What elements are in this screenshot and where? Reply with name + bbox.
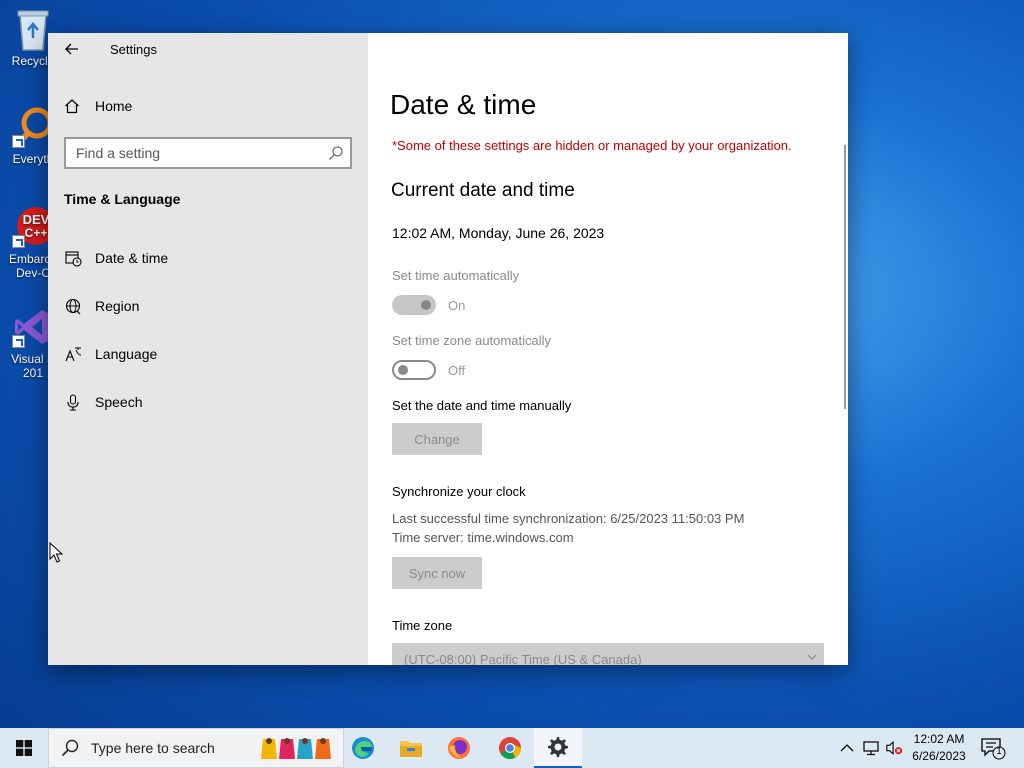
home-icon <box>65 99 79 114</box>
folder-icon <box>400 741 422 757</box>
search-highlight-graduation-icon <box>261 738 331 759</box>
start-button[interactable] <box>0 728 48 768</box>
back-button[interactable] <box>58 37 86 61</box>
org-managed-note: *Some of these settings are hidden or ma… <box>392 138 792 153</box>
globe-icon <box>64 297 82 315</box>
action-center-button[interactable]: 1 <box>980 736 1006 760</box>
sidebar-item-label: Language <box>95 346 158 362</box>
change-button[interactable]: Change <box>392 423 482 455</box>
taskbar-search-placeholder: Type here to search <box>91 740 215 756</box>
chrome-icon <box>499 737 521 759</box>
svg-text:C++: C++ <box>25 226 48 240</box>
set-tz-auto-state: Off <box>448 363 466 378</box>
settings-window: Settings Home Find a setting Time & Lang… <box>48 33 848 665</box>
chevron-up-icon <box>840 744 854 752</box>
search-icon <box>61 739 79 757</box>
taskbar-settings[interactable] <box>534 728 582 768</box>
sidebar-item-region[interactable]: Region <box>64 293 354 319</box>
clock-calendar-icon <box>64 249 82 267</box>
current-date-time-value: 12:02 AM, Monday, June 26, 2023 <box>392 225 605 241</box>
sidebar-item-home[interactable]: Home <box>64 95 132 117</box>
time-zone-select[interactable]: (UTC-08:00) Pacific Time (US & Canada) <box>392 643 824 665</box>
page-title: Date & time <box>390 89 537 120</box>
microphone-icon <box>64 393 82 411</box>
show-hidden-icons-button[interactable] <box>838 739 856 757</box>
chevron-down-icon <box>807 654 817 660</box>
search-placeholder: Find a setting <box>76 145 161 161</box>
set-time-auto-toggle[interactable] <box>392 295 436 315</box>
language-icon <box>64 345 82 363</box>
content-scrollbar[interactable] <box>844 145 846 409</box>
set-time-auto-label: Set time automatically <box>392 268 520 283</box>
section-title: Time & Language <box>64 191 181 207</box>
shortcut-arrow-icon <box>12 335 25 348</box>
sidebar: Settings Home Find a setting Time & Lang… <box>48 33 368 665</box>
sidebar-item-label: Home <box>95 98 133 114</box>
taskbar-edge[interactable] <box>339 728 387 768</box>
manual-date-time-label: Set the date and time manually <box>392 398 572 413</box>
taskbar-chrome[interactable] <box>486 728 534 768</box>
sync-clock-heading: Synchronize your clock <box>392 484 526 499</box>
sidebar-item-language[interactable]: Language <box>64 341 354 367</box>
sidebar-item-label: Region <box>95 298 140 314</box>
back-arrow-icon <box>65 43 78 55</box>
window-title: Settings <box>110 42 157 57</box>
find-setting-input[interactable]: Find a setting <box>64 137 352 169</box>
set-tz-auto-label: Set time zone automatically <box>392 333 551 348</box>
sidebar-item-speech[interactable]: Speech <box>64 389 354 415</box>
taskbar-firefox[interactable] <box>435 728 483 768</box>
set-time-auto-state: On <box>448 298 466 313</box>
clock-time: 12:02 AM <box>913 732 965 746</box>
set-tz-auto-toggle[interactable] <box>392 360 436 380</box>
time-zone-value: (UTC-08:00) Pacific Time (US & Canada) <box>404 652 642 665</box>
volume-muted-icon <box>886 740 903 756</box>
taskbar-file-explorer[interactable] <box>387 728 435 768</box>
shortcut-arrow-icon <box>12 235 25 248</box>
gear-icon <box>548 737 568 758</box>
toggle-knob <box>421 300 431 310</box>
last-sync-text: Last successful time synchronization: 6/… <box>392 511 745 526</box>
time-zone-heading: Time zone <box>392 618 453 633</box>
shortcut-arrow-icon <box>12 135 25 148</box>
edge-icon <box>352 737 374 759</box>
mouse-cursor-icon <box>49 542 63 563</box>
current-date-time-heading: Current date and time <box>391 180 575 201</box>
taskbar-search-box[interactable]: Type here to search <box>48 728 344 768</box>
search-icon <box>329 146 343 160</box>
windows-logo-icon <box>16 740 32 756</box>
time-server-text: Time server: time.windows.com <box>392 530 574 545</box>
clock-date: 6/26/2023 <box>912 749 966 763</box>
sidebar-item-label: Speech <box>95 394 143 410</box>
sync-now-button[interactable]: Sync now <box>392 557 482 589</box>
firefox-icon <box>448 737 470 759</box>
taskbar: Type here to search 12:02 AM 6/26/2023 1 <box>0 728 1024 768</box>
taskbar-clock[interactable]: 12:02 AM 6/26/2023 <box>906 731 972 765</box>
network-button[interactable] <box>862 739 880 757</box>
svg-text:DEV: DEV <box>23 212 50 227</box>
network-icon <box>863 741 879 756</box>
volume-button[interactable] <box>885 739 903 757</box>
content-pane: Date & time *Some of these settings are … <box>368 33 848 665</box>
notification-count: 1 <box>996 746 1002 757</box>
sidebar-item-label: Date & time <box>95 250 169 266</box>
sidebar-item-date-time[interactable]: Date & time <box>64 245 354 271</box>
toggle-knob <box>398 365 408 375</box>
